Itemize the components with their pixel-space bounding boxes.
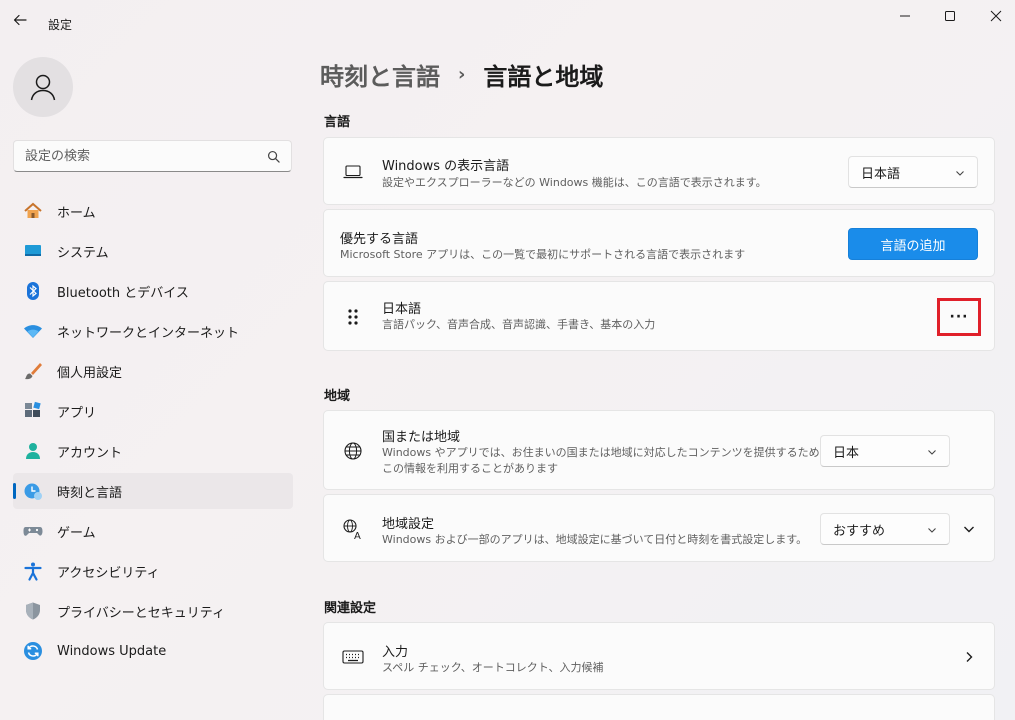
breadcrumb-parent[interactable]: 時刻と言語 (320, 57, 440, 92)
add-language-button[interactable]: 言語の追加 (848, 228, 978, 260)
country-region-dropdown[interactable]: 日本 (820, 435, 950, 467)
search-box[interactable] (13, 140, 292, 172)
country-region-desc-line1: Windows やアプリでは、お住まいの国または地域に対応したコンテンツを提供す… (382, 446, 842, 459)
sidebar-item-network[interactable]: ネットワークとインターネット (13, 313, 293, 349)
search-input[interactable] (14, 141, 254, 171)
sidebar-item-time-language[interactable]: 時刻と言語 (13, 473, 293, 509)
country-region-title: 国または地域 (382, 430, 461, 445)
minimize-icon (900, 15, 910, 17)
section-heading-region: 地域 (324, 389, 351, 404)
sidebar-item-label: Windows Update (57, 643, 167, 659)
related-settings-card[interactable] (323, 694, 995, 720)
regional-format-desc: Windows および一部のアプリは、地域設定に基づいて日付と時刻を書式設定しま… (382, 533, 808, 546)
dropdown-value: 日本 (833, 445, 860, 461)
page-title: 言語と地域 (483, 62, 604, 91)
display-language-dropdown[interactable]: 日本語 (848, 156, 978, 188)
country-region-desc-line2: この情報を利用することがあります (382, 462, 558, 475)
laptop-icon (342, 161, 364, 183)
drag-handle-icon[interactable] (342, 306, 364, 328)
shield-icon (23, 601, 43, 621)
preferred-languages-desc: Microsoft Store アプリは、この一覧で最初にサポートされる言語で表… (340, 248, 746, 261)
svg-text:A: A (354, 531, 361, 540)
preferred-languages-card: 優先する言語 Microsoft Store アプリは、この一覧で最初にサポート… (323, 209, 995, 277)
display-language-card: Windows の表示言語 設定やエクスプローラーなどの Windows 機能は… (323, 137, 995, 205)
sidebar-item-apps[interactable]: アプリ (13, 393, 293, 429)
sidebar-item-label: アプリ (57, 405, 97, 421)
chevron-right-icon (966, 652, 973, 662)
keyboard-icon (342, 646, 364, 668)
apps-icon (23, 401, 43, 421)
avatar[interactable] (13, 57, 73, 117)
home-icon (23, 201, 43, 221)
country-region-card: 国または地域 Windows やアプリでは、お住まいの国または地域に対応したコン… (323, 410, 995, 490)
typing-title: 入力 (382, 645, 409, 660)
preferred-languages-title: 優先する言語 (340, 232, 419, 247)
sidebar-item-label: ネットワークとインターネット (57, 325, 240, 341)
close-button[interactable] (981, 6, 1011, 26)
title-bar: 設定 (0, 0, 1015, 42)
back-button[interactable] (12, 12, 32, 32)
dropdown-value: 日本語 (861, 166, 901, 182)
system-icon (23, 241, 43, 261)
maximize-button[interactable] (935, 6, 965, 26)
chevron-down-icon (928, 528, 936, 533)
close-icon (990, 10, 1002, 22)
typing-desc: スペル チェック、オートコレクト、入力候補 (382, 661, 604, 674)
sidebar-item-bluetooth[interactable]: Bluetooth とデバイス (13, 273, 293, 309)
section-heading-related: 関連設定 (324, 601, 377, 616)
language-item-title: 日本語 (382, 302, 422, 317)
sidebar-item-privacy[interactable]: プライバシーとセキュリティ (13, 593, 293, 629)
typing-settings-card[interactable]: 入力 スペル チェック、オートコレクト、入力候補 (323, 622, 995, 690)
expand-chevron-icon[interactable] (962, 522, 976, 536)
wifi-icon (23, 321, 43, 341)
dropdown-value: おすすめ (833, 523, 886, 539)
bluetooth-icon (23, 281, 43, 301)
regional-format-icon: A (342, 518, 364, 540)
user-icon (30, 74, 56, 101)
sidebar-item-label: アクセシビリティ (57, 565, 160, 581)
chevron-right-icon: › (458, 63, 466, 85)
sidebar-item-home[interactable]: ホーム (13, 193, 293, 229)
maximize-icon (945, 11, 955, 21)
language-item-japanese: 日本語 言語パック、音声合成、音声認識、手書き、基本の入力 ··· (323, 281, 995, 351)
breadcrumb: 時刻と言語 › 言語と地域 (320, 56, 603, 92)
chevron-down-icon (956, 171, 964, 176)
accessibility-icon (23, 561, 43, 581)
language-item-desc: 言語パック、音声合成、音声認識、手書き、基本の入力 (382, 318, 656, 331)
regional-format-card[interactable]: A 地域設定 Windows および一部のアプリは、地域設定に基づいて日付と時刻… (323, 494, 995, 562)
section-heading-language: 言語 (324, 115, 351, 130)
sidebar-item-label: プライバシーとセキュリティ (57, 605, 225, 621)
chevron-down-icon (928, 450, 936, 455)
sidebar-item-label: ホーム (57, 205, 96, 221)
gamepad-icon (23, 521, 43, 541)
display-language-desc: 設定やエクスプローラーなどの Windows 機能は、この言語で表示されます。 (382, 176, 767, 189)
account-icon (23, 441, 43, 461)
sidebar-item-gaming[interactable]: ゲーム (13, 513, 293, 549)
sidebar-item-label: 時刻と言語 (57, 485, 123, 501)
sidebar-item-label: 個人用設定 (57, 365, 123, 381)
sidebar-item-label: アカウント (57, 445, 123, 461)
sidebar-item-windows-update[interactable]: Windows Update (13, 633, 293, 669)
search-icon[interactable] (267, 150, 280, 163)
sidebar-item-label: Bluetooth とデバイス (57, 285, 189, 301)
app-title: 設定 (48, 18, 73, 32)
more-options-button[interactable]: ··· (937, 298, 981, 336)
back-arrow-icon (13, 14, 27, 26)
sidebar-item-accessibility[interactable]: アクセシビリティ (13, 553, 293, 589)
sidebar-nav: ホーム システム Bluetooth とデバイス ネットワークとインターネット … (13, 193, 293, 673)
update-icon (23, 641, 43, 661)
brush-icon (23, 361, 43, 381)
sidebar-item-personalization[interactable]: 個人用設定 (13, 353, 293, 389)
minimize-button[interactable] (890, 6, 920, 26)
regional-format-dropdown[interactable]: おすすめ (820, 513, 950, 545)
display-language-title: Windows の表示言語 (382, 159, 510, 174)
sidebar-item-label: システム (57, 245, 109, 261)
regional-format-title: 地域設定 (382, 517, 435, 532)
sidebar-item-label: ゲーム (57, 525, 96, 541)
sidebar-item-system[interactable]: システム (13, 233, 293, 269)
time-language-icon (23, 481, 43, 501)
sidebar-item-accounts[interactable]: アカウント (13, 433, 293, 469)
globe-icon (342, 440, 364, 462)
